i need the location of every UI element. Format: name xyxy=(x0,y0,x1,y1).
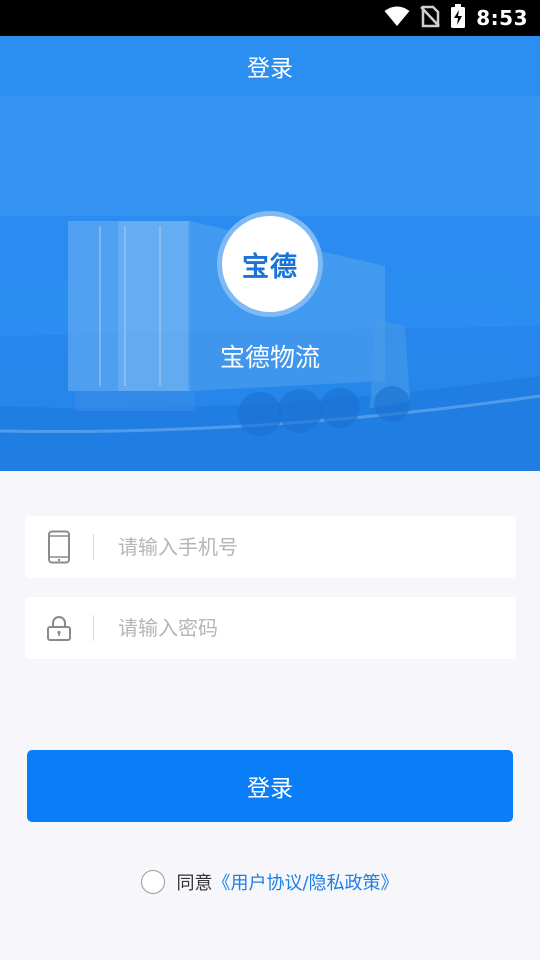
status-time: 8:53 xyxy=(476,6,528,30)
agreement-prefix: 同意 xyxy=(176,873,213,894)
page-title: 登录 xyxy=(247,56,293,82)
logo: 宝德 xyxy=(217,211,323,317)
password-input[interactable] xyxy=(94,597,516,659)
phone-input[interactable] xyxy=(94,516,516,578)
phone-input-row[interactable] xyxy=(25,516,516,578)
agreement-row: 同意 《用户协议/隐私政策》 xyxy=(0,866,540,898)
battery-charging-icon xyxy=(450,4,466,32)
logo-text: 宝德 xyxy=(242,251,298,283)
status-bar: 8:53 xyxy=(0,0,540,36)
brand-name: 宝德物流 xyxy=(219,343,320,372)
password-input-row[interactable] xyxy=(25,597,516,659)
logo-circle: 宝德 xyxy=(222,216,318,312)
mobile-phone-icon xyxy=(25,516,93,578)
agreement-link[interactable]: 《用户协议/隐私政策》 xyxy=(212,869,398,895)
no-sim-icon xyxy=(420,4,441,32)
lock-icon xyxy=(25,597,93,659)
hero-banner: 登录 宝德 宝德物流 xyxy=(0,36,540,471)
wifi-icon xyxy=(384,5,410,31)
login-button[interactable]: 登录 xyxy=(27,750,513,822)
status-icons: 8:53 xyxy=(384,0,528,36)
agreement-checkbox[interactable] xyxy=(141,870,166,894)
